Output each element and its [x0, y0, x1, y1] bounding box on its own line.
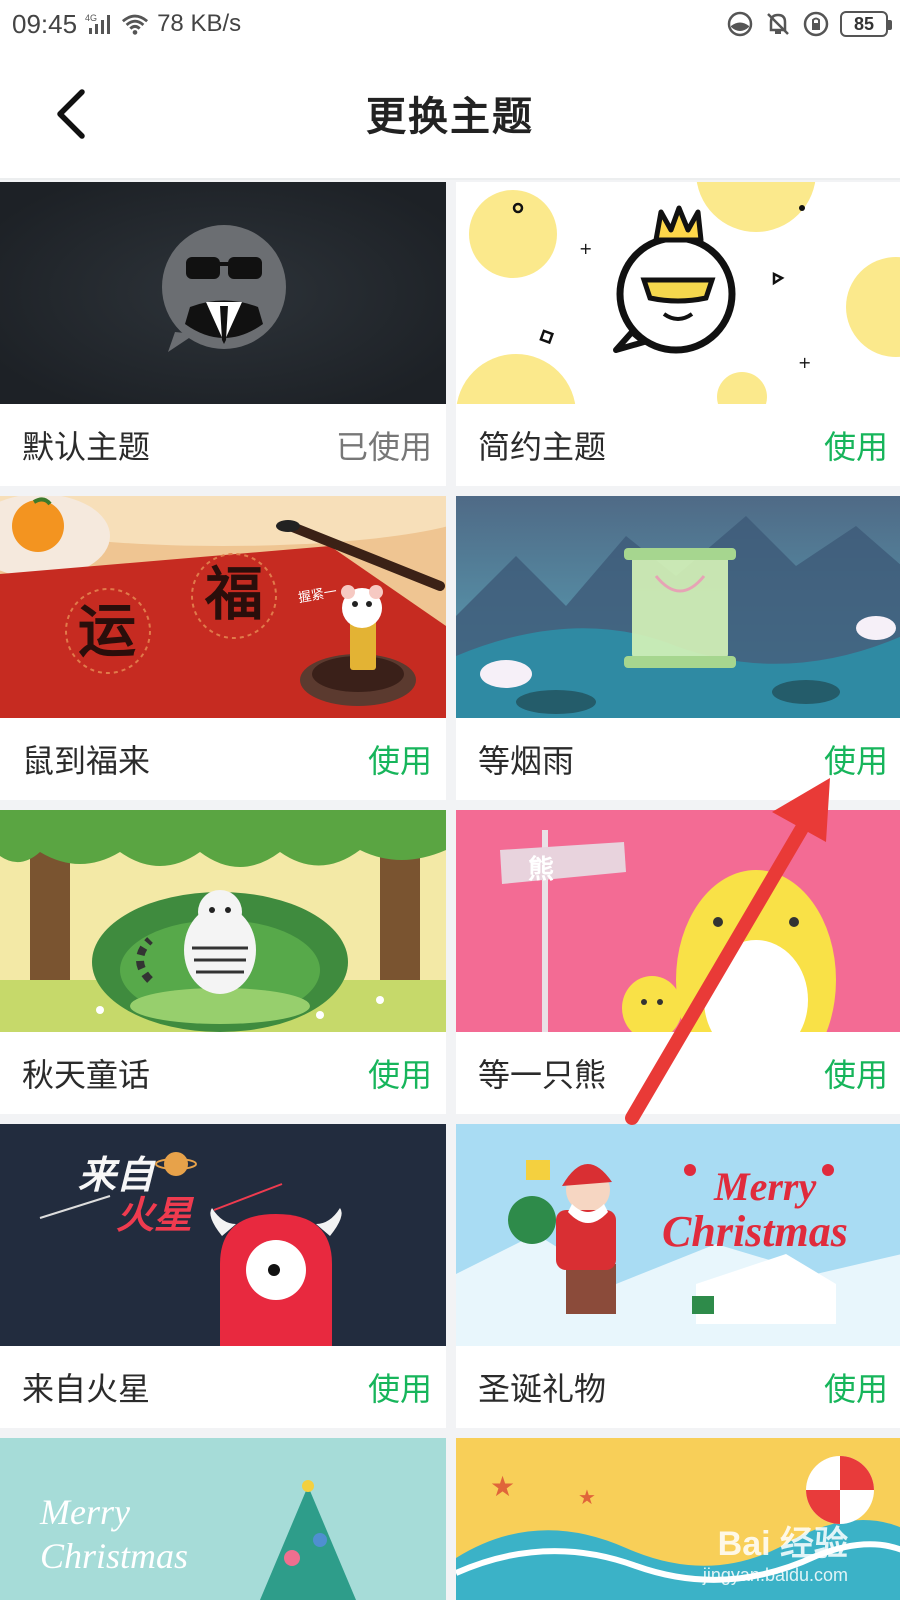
watermark: Bai 经验 jingyan.baidu.com [703, 1516, 848, 1586]
svg-text:★: ★ [490, 1470, 515, 1503]
theme-use-button[interactable]: 使用 [824, 422, 888, 468]
theme-card[interactable]: 运 福 握紧一 鼠到福来 使用 [0, 496, 446, 800]
theme-card[interactable]: 秋天童话 使用 [0, 810, 446, 1114]
theme-card-footer: 秋天童话 使用 [0, 1032, 446, 1114]
theme-card[interactable]: 默认主题 已使用 [0, 182, 446, 486]
xmas-title-line2: Christmas [662, 1207, 848, 1256]
theme-use-button[interactable]: 使用 [368, 736, 432, 782]
theme-preview-image: 熊 [456, 810, 900, 1032]
theme-name: 等烟雨 [478, 742, 575, 780]
wifi-icon [121, 10, 149, 38]
theme-name: 鼠到福来 [22, 742, 151, 780]
signal-icon: 4G [85, 10, 113, 38]
svg-text:★: ★ [578, 1485, 596, 1509]
theme-use-button[interactable]: 使用 [824, 1364, 888, 1410]
theme-preview-image: 来自 火星 [0, 1124, 446, 1346]
theme-card-footer: 来自火星 使用 [0, 1346, 446, 1428]
page-title: 更换主题 [366, 94, 534, 140]
mute-bell-icon [764, 10, 792, 38]
theme-card-footer: 圣诞礼物 使用 [456, 1346, 900, 1428]
theme-card-footer: 默认主题 已使用 [0, 404, 446, 486]
theme-card[interactable]: Merry Christmas [0, 1438, 446, 1600]
network-label: 4G [85, 13, 97, 23]
data-saver-icon [726, 10, 754, 38]
theme-card[interactable]: 来自 火星 来自火星 使用 [0, 1124, 446, 1428]
theme-name: 秋天童话 [22, 1056, 151, 1094]
svg-text:+: + [579, 239, 592, 258]
status-time: 09:45 [12, 8, 78, 39]
xmas2-title-line2: Christmas [40, 1536, 188, 1576]
theme-card-footer: 简约主题 使用 [456, 404, 900, 486]
rotation-lock-icon [802, 10, 830, 38]
watermark-logo: Bai 经验 [717, 1525, 848, 1563]
theme-preview-image [456, 496, 900, 718]
theme-preview-image: 运 福 握紧一 [0, 496, 446, 718]
theme-card[interactable]: Merry Christmas 圣诞礼物 使用 [456, 1124, 900, 1428]
theme-card[interactable]: + + 简约主题 使用 [456, 182, 900, 486]
theme-card-footer: 鼠到福来 使用 [0, 718, 446, 800]
network-speed: 78 KB/s [157, 10, 242, 37]
theme-in-use-label: 已使用 [335, 428, 432, 466]
top-app-bar: 更换主题 [0, 48, 900, 180]
theme-use-button[interactable]: 使用 [824, 1050, 888, 1096]
theme-use-button[interactable]: 使用 [368, 1364, 432, 1410]
theme-preview-image [0, 182, 446, 404]
theme-name: 圣诞礼物 [478, 1370, 607, 1408]
status-bar: 09:45 4G 78 KB/s 85 [0, 0, 900, 48]
svg-text:+: + [798, 353, 811, 372]
calligraphy-char-right: 福 [204, 560, 263, 628]
mars-title-line2: 火星 [116, 1193, 195, 1237]
theme-preview-image [0, 810, 446, 1032]
theme-preview-image: + + [456, 182, 900, 404]
xmas2-title-line1: Merry [39, 1492, 130, 1532]
watermark-url: jingyan.baidu.com [702, 1565, 848, 1585]
theme-name: 来自火星 [22, 1370, 151, 1408]
chevron-left-icon [57, 89, 85, 139]
mars-title-line1: 来自 [78, 1153, 156, 1197]
theme-preview-image: Merry Christmas [456, 1124, 900, 1346]
xmas-title-line1: Merry [713, 1164, 816, 1209]
theme-name: 等一只熊 [478, 1056, 607, 1094]
theme-name: 默认主题 [22, 428, 151, 466]
theme-card[interactable]: 等烟雨 使用 [456, 496, 900, 800]
bear-sign-text: 熊 [528, 854, 554, 885]
theme-card-footer: 等一只熊 使用 [456, 1032, 900, 1114]
calligraphy-char-left: 运 [78, 597, 136, 665]
theme-preview-image: Merry Christmas [0, 1438, 446, 1600]
back-button[interactable] [44, 86, 100, 142]
theme-card-footer: 等烟雨 使用 [456, 718, 900, 800]
theme-card[interactable]: 熊 等一只熊 使用 [456, 810, 900, 1114]
theme-name: 简约主题 [478, 428, 607, 466]
theme-use-button[interactable]: 使用 [368, 1050, 432, 1096]
battery-indicator: 85 [840, 11, 892, 37]
theme-use-button[interactable]: 使用 [824, 736, 888, 782]
